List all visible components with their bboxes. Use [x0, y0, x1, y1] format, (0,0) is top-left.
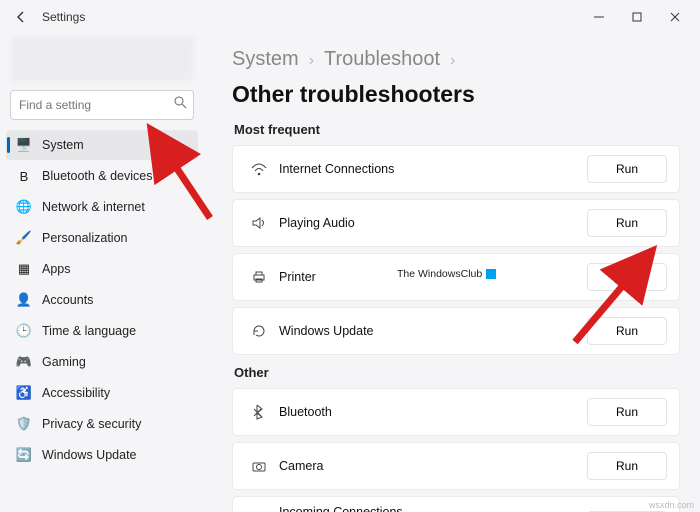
troubleshooter-row: BluetoothRun — [232, 388, 680, 436]
run-button[interactable]: Run — [587, 452, 667, 480]
sidebar: 🖥️ System B Bluetooth & devices 🌐 Network & i… — [0, 34, 204, 512]
section-heading: Most frequent — [234, 122, 680, 137]
troubleshooter-row: Internet ConnectionsRun — [232, 145, 680, 193]
troubleshooter-title: Bluetooth — [279, 405, 587, 419]
sidebar-item-personalization[interactable]: 🖌️ Personalization — [6, 223, 198, 253]
nav-label: Accounts — [42, 293, 93, 307]
nav-label: Time & language — [42, 324, 136, 338]
search-input[interactable] — [19, 98, 174, 112]
sidebar-item-bluetooth-devices[interactable]: B Bluetooth & devices — [6, 161, 198, 191]
profile-card[interactable] — [10, 36, 194, 82]
nav-icon: 🕒 — [16, 323, 32, 339]
troubleshooter-row: Playing AudioRun — [232, 199, 680, 247]
nav-label: Apps — [42, 262, 71, 276]
wifi-icon — [245, 162, 273, 176]
sidebar-item-accounts[interactable]: 👤 Accounts — [6, 285, 198, 315]
nav-icon: 🌐 — [16, 199, 32, 215]
run-button[interactable]: Run — [587, 398, 667, 426]
watermark: The WindowsClub — [397, 268, 496, 280]
sidebar-item-network-internet[interactable]: 🌐 Network & internet — [6, 192, 198, 222]
nav-icon: B — [16, 168, 32, 184]
close-button[interactable] — [656, 3, 694, 31]
crumb-system[interactable]: System — [232, 48, 299, 71]
window-title: Settings — [42, 10, 85, 24]
search-icon — [174, 96, 187, 114]
troubleshooter-row: Windows UpdateRun — [232, 307, 680, 355]
nav-icon: 🛡️ — [16, 416, 32, 432]
run-button[interactable]: Run — [587, 209, 667, 237]
printer-icon — [245, 270, 273, 284]
nav-label: Privacy & security — [42, 417, 141, 431]
section-heading: Other — [234, 365, 680, 380]
nav-label: Accessibility — [42, 386, 110, 400]
bt-icon — [245, 404, 273, 420]
back-button[interactable] — [14, 10, 28, 24]
crumb-current: Other troubleshooters — [232, 81, 475, 108]
troubleshooter-title: Windows Update — [279, 324, 587, 338]
troubleshooter-row: Incoming ConnectionsFind and fix problem… — [232, 496, 680, 512]
audio-icon — [245, 216, 273, 230]
sidebar-item-windows-update[interactable]: 🔄 Windows Update — [6, 440, 198, 470]
nav-icon: 🖌️ — [16, 230, 32, 246]
minimize-button[interactable] — [580, 3, 618, 31]
troubleshooter-title: Playing Audio — [279, 216, 587, 230]
update-icon — [245, 324, 273, 338]
breadcrumb: System › Troubleshoot › Other troublesho… — [232, 48, 680, 108]
sidebar-item-privacy-security[interactable]: 🛡️ Privacy & security — [6, 409, 198, 439]
nav-icon: ♿ — [16, 385, 32, 401]
nav-icon: 👤 — [16, 292, 32, 308]
run-button[interactable]: Run — [587, 155, 667, 183]
troubleshooter-row: CameraRun — [232, 442, 680, 490]
sidebar-item-accessibility[interactable]: ♿ Accessibility — [6, 378, 198, 408]
run-button[interactable]: Run — [587, 263, 667, 291]
nav-icon: ▦ — [16, 261, 32, 277]
run-button[interactable]: Run — [587, 317, 667, 345]
crumb-troubleshoot[interactable]: Troubleshoot — [324, 48, 440, 71]
sidebar-item-system[interactable]: 🖥️ System — [6, 130, 198, 160]
nav-label: System — [42, 138, 84, 152]
nav-label: Gaming — [42, 355, 86, 369]
maximize-button[interactable] — [618, 3, 656, 31]
attribution: wsxdn.com — [649, 500, 694, 510]
titlebar: Settings — [0, 0, 700, 34]
sidebar-item-apps[interactable]: ▦ Apps — [6, 254, 198, 284]
sidebar-item-time-language[interactable]: 🕒 Time & language — [6, 316, 198, 346]
nav-icon: 🖥️ — [16, 137, 32, 153]
search-box[interactable] — [10, 90, 194, 120]
troubleshooter-title: Camera — [279, 459, 587, 473]
chevron-right-icon: › — [450, 52, 455, 70]
sidebar-item-gaming[interactable]: 🎮 Gaming — [6, 347, 198, 377]
nav-label: Network & internet — [42, 200, 145, 214]
camera-icon — [245, 459, 273, 473]
nav-label: Windows Update — [42, 448, 137, 462]
nav-label: Bluetooth & devices — [42, 169, 153, 183]
nav-icon: 🔄 — [16, 447, 32, 463]
chevron-right-icon: › — [309, 52, 314, 70]
troubleshooter-title: Internet Connections — [279, 162, 587, 176]
troubleshooter-title: Incoming Connections — [279, 505, 587, 512]
nav-icon: 🎮 — [16, 354, 32, 370]
nav-label: Personalization — [42, 231, 127, 245]
